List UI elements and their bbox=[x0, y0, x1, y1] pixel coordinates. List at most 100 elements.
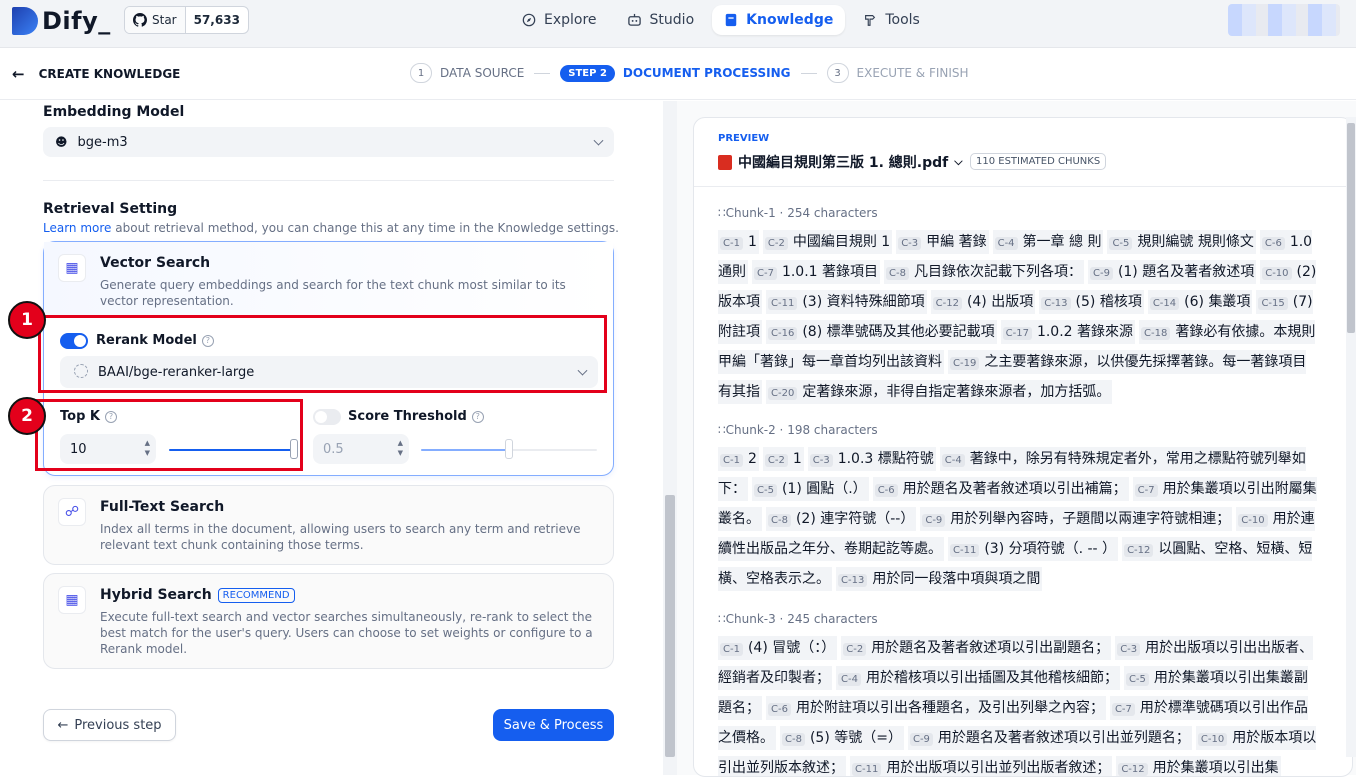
segment-id-badge: C-9 bbox=[922, 514, 946, 527]
score-threshold-value: 0.5 bbox=[323, 442, 344, 457]
right-scrollbar[interactable] bbox=[1346, 117, 1356, 757]
embedding-model-select[interactable]: ☻ bge-m3 bbox=[43, 127, 614, 157]
robot-icon bbox=[627, 13, 641, 26]
settings-panel: Embedding Model ☻ bge-m3 Retrieval Setti… bbox=[0, 101, 662, 775]
segment-id-badge: C-2 bbox=[843, 643, 867, 656]
segment-id-badge: C-13 bbox=[1041, 297, 1071, 310]
chunk-segment: C-11 用於出版項以引出並列出版者敘述； bbox=[850, 756, 1113, 776]
hybrid-search-card[interactable]: ▦ Hybrid Search RECOMMEND Execute full-te… bbox=[43, 573, 614, 669]
chunk-segment: C-2 中國編目規則 1 bbox=[762, 230, 893, 254]
segment-id-badge: C-18 bbox=[1141, 327, 1171, 340]
step-data-source: 1 DATA SOURCE bbox=[410, 63, 524, 83]
chunk-header: ∷Chunk-3 · 245 characters bbox=[718, 612, 878, 626]
segment-id-badge: C-12 bbox=[1118, 763, 1148, 776]
segment-id-badge: C-13 bbox=[838, 574, 868, 587]
nav-tools[interactable]: Tools bbox=[851, 5, 932, 35]
preview-file-select[interactable]: 中國編目規則第三版 1. 總則.pdf ⌵ bbox=[718, 152, 963, 172]
segment-id-badge: C-7 bbox=[1111, 703, 1135, 716]
full-text-search-title: Full-Text Search bbox=[100, 499, 225, 515]
step-number: STEP 2 bbox=[560, 64, 615, 82]
right-scrollbar-thumb[interactable] bbox=[1347, 123, 1355, 333]
nav-studio[interactable]: Studio bbox=[615, 5, 707, 35]
github-icon bbox=[133, 13, 147, 27]
score-threshold-label-text: Score Threshold bbox=[348, 409, 467, 424]
chevron-down-icon bbox=[593, 135, 604, 146]
score-slider-handle[interactable] bbox=[505, 439, 513, 459]
segment-id-badge: C-12 bbox=[932, 297, 962, 310]
hybrid-search-title: Hybrid Search RECOMMEND bbox=[100, 587, 295, 603]
segment-id-badge: C-1 bbox=[720, 454, 743, 467]
step-number: 3 bbox=[826, 63, 849, 83]
chunk-header: ∷Chunk-2 · 198 characters bbox=[718, 423, 878, 437]
github-star-count[interactable]: 57,633 bbox=[186, 7, 248, 33]
previous-step-button[interactable]: ← Previous step bbox=[43, 709, 176, 741]
model-provider-icon: ☻ bbox=[55, 135, 68, 149]
chunk-segment: C-8 凡目錄依次記載下列各項： bbox=[884, 260, 1084, 284]
chunk-segment: C-11 (3) 分項符號（. -- ） bbox=[948, 537, 1119, 561]
chunk-segment: C-17 1.0.2 著錄來源 bbox=[1000, 320, 1136, 344]
score-threshold-toggle[interactable] bbox=[313, 409, 341, 425]
github-star-button[interactable]: Star bbox=[125, 7, 186, 33]
retrieval-setting-title: Retrieval Setting bbox=[43, 201, 178, 217]
nav-knowledge[interactable]: Knowledge bbox=[712, 5, 846, 35]
segment-id-badge: C-9 bbox=[1089, 267, 1113, 280]
segment-id-badge: C-4 bbox=[994, 237, 1018, 250]
arrow-left-icon: ← bbox=[12, 65, 25, 83]
segment-id-badge: C-10 bbox=[1262, 267, 1292, 280]
step-execute-finish: 3 EXECUTE & FINISH bbox=[826, 63, 969, 83]
chunk-segment: C-6 用於題名及著者敘述項以引出補篇； bbox=[872, 477, 1129, 501]
learn-more-link[interactable]: Learn more bbox=[43, 221, 111, 235]
chunk-block: ∷Chunk-1 · 254 characters C-1 1 C-2 中國編目規則 1… bbox=[718, 206, 1318, 408]
save-process-button[interactable]: Save & Process bbox=[493, 709, 614, 741]
nav-knowledge-label: Knowledge bbox=[746, 12, 834, 28]
segment-id-badge: C-5 bbox=[1125, 673, 1149, 686]
chunk-segment: C-20 定著錄來源，非得自指定著錄來源者，加方括弧。 bbox=[766, 380, 1113, 404]
nav-explore[interactable]: Explore bbox=[510, 5, 609, 35]
chunk-segment: C-14 (6) 集叢項 bbox=[1147, 290, 1253, 314]
github-star-label: Star bbox=[152, 13, 177, 27]
left-scrollbar-thumb[interactable] bbox=[665, 495, 675, 757]
full-text-search-card[interactable]: ☍ Full-Text Search Index all terms in th… bbox=[43, 485, 614, 565]
save-process-label: Save & Process bbox=[503, 717, 604, 733]
embedding-model-value: bge-m3 bbox=[77, 134, 128, 150]
user-avatar[interactable] bbox=[1228, 4, 1340, 36]
chunk-segment: C-12 用於集叢項以引出集 bbox=[1116, 756, 1281, 776]
hybrid-search-title-text: Hybrid Search bbox=[100, 587, 212, 603]
left-scrollbar[interactable] bbox=[663, 101, 677, 775]
dify-logo[interactable]: Dify_ bbox=[12, 7, 111, 35]
segment-id-badge: C-8 bbox=[886, 267, 909, 280]
divider bbox=[43, 180, 614, 181]
segment-id-badge: C-3 bbox=[1117, 643, 1141, 656]
segment-id-badge: C-17 bbox=[1002, 327, 1032, 340]
chunk-segment: C-9 用於列舉內容時，子題間以兩連字符號相連； bbox=[920, 507, 1233, 531]
top-navigation-bar: Dify_ Star 57,633 Explore Studio Knowled… bbox=[0, 0, 1356, 48]
nav-studio-label: Studio bbox=[649, 12, 695, 28]
retrieval-subtitle: Learn more about retrieval method, you c… bbox=[43, 221, 619, 235]
segment-id-badge: C-11 bbox=[768, 297, 798, 310]
segment-id-badge: C-10 bbox=[1238, 514, 1268, 527]
divider bbox=[694, 186, 1352, 187]
chunk-segment: C-9 (1) 題名及著者敘述項 bbox=[1087, 260, 1257, 284]
annotation-box-topk bbox=[35, 399, 303, 471]
chunk-segment: C-13 用於同一段落中項與項之間 bbox=[836, 567, 1043, 591]
step-label: DATA SOURCE bbox=[440, 66, 525, 80]
segment-id-badge: C-10 bbox=[1197, 733, 1228, 746]
chunk-segment: C-1 2 bbox=[718, 447, 759, 471]
segment-id-badge: C-11 bbox=[852, 763, 882, 776]
chunk-segment: C-11 (3) 資料特殊細節項 bbox=[766, 290, 927, 314]
step-divider bbox=[800, 72, 817, 74]
back-to-knowledge[interactable]: ← CREATE KNOWLEDGE bbox=[12, 65, 180, 83]
vector-search-icon: ▦ bbox=[58, 254, 86, 282]
segment-id-badge: C-7 bbox=[1134, 484, 1158, 497]
help-icon[interactable]: ? bbox=[471, 410, 484, 423]
vector-search-title: Vector Search bbox=[100, 255, 211, 271]
stepper-arrows[interactable]: ▲ ▼ bbox=[398, 438, 403, 458]
segment-id-badge: C-4 bbox=[838, 673, 861, 686]
segment-id-badge: C-2 bbox=[764, 454, 788, 467]
recommend-badge: RECOMMEND bbox=[217, 587, 295, 603]
chunk-segment: C-13 (5) 稽核項 bbox=[1039, 290, 1144, 314]
chunk-segment: C-1 (4) 冒號（：） bbox=[718, 636, 838, 660]
score-threshold-input[interactable]: 0.5 ▲ ▼ bbox=[313, 434, 409, 464]
vector-search-desc: Generate query embeddings and search for… bbox=[100, 278, 566, 308]
github-star-widget[interactable]: Star 57,633 bbox=[124, 6, 249, 34]
